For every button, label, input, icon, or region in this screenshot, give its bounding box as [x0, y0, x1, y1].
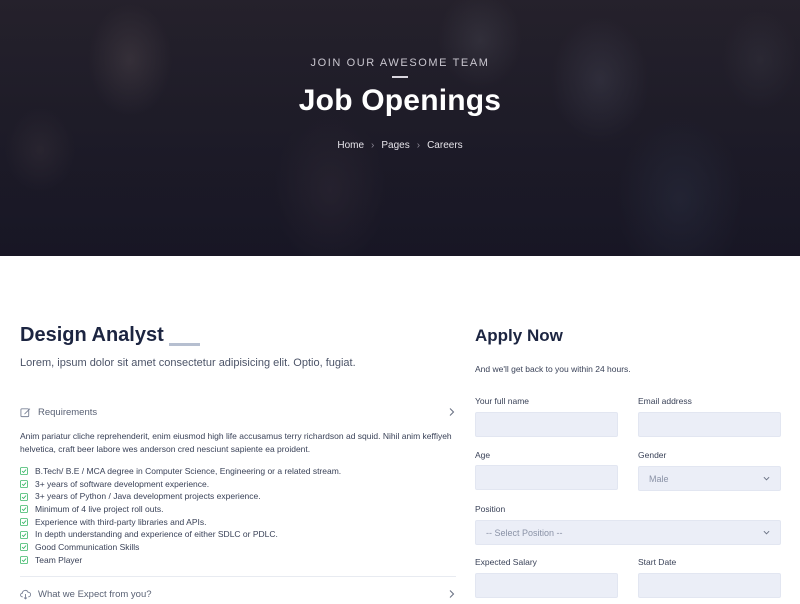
cloud-download-icon [20, 589, 31, 600]
check-square-icon [20, 492, 28, 501]
edit-icon [20, 407, 31, 417]
check-square-icon [20, 543, 28, 552]
accordion-expectations[interactable]: What we Expect from you? [20, 584, 456, 604]
accordion-requirements[interactable]: Requirements [20, 402, 456, 422]
gender-label: Gender [638, 450, 667, 460]
list-item: B.Tech/ B.E / MCA degree in Computer Sci… [20, 465, 456, 478]
page-title: Job Openings [298, 84, 502, 117]
check-square-icon [20, 480, 28, 488]
chevron-down-icon [763, 476, 770, 481]
check-square-icon [20, 518, 28, 527]
title-underline [169, 343, 200, 346]
apply-title: Apply Now [475, 326, 563, 345]
accordion-divider [20, 576, 456, 577]
requirements-list: B.Tech/ B.E / MCA degree in Computer Sci… [20, 465, 456, 567]
apply-subtitle: And we'll get back to you within 24 hour… [475, 364, 631, 374]
check-square-icon [20, 505, 28, 514]
chevron-down-icon [763, 530, 770, 535]
check-square-icon [20, 530, 28, 539]
hero-kicker: JOIN OUR AWESOME TEAM [310, 57, 490, 69]
list-item: In depth understanding and experience of… [20, 528, 456, 541]
job-title: Design Analyst [20, 324, 164, 346]
list-item: 3+ years of Python / Java development pr… [20, 490, 456, 503]
hero-divider [392, 76, 408, 78]
list-item: Minimum of 4 live project roll outs. [20, 503, 456, 516]
full-name-input[interactable] [475, 412, 618, 437]
start-date-input[interactable] [638, 573, 781, 598]
chevron-right-icon [449, 408, 455, 416]
job-subtitle: Lorem, ipsum dolor sit amet consectetur … [20, 357, 356, 369]
requirements-description: Anim pariatur cliche reprehenderit, enim… [20, 431, 452, 454]
accordion-label: Requirements [38, 406, 98, 418]
position-select[interactable]: -- Select Position -- [475, 520, 781, 545]
check-square-icon [20, 556, 28, 565]
age-label: Age [475, 450, 491, 460]
breadcrumb-home[interactable]: Home [337, 140, 364, 151]
list-item: Good Communication Skills [20, 541, 456, 554]
email-label: Email address [638, 396, 692, 406]
gender-selected-value: Male [649, 473, 669, 484]
check-square-icon [20, 467, 28, 476]
gender-select[interactable]: Male [638, 466, 781, 491]
email-input[interactable] [638, 412, 781, 437]
age-input[interactable] [475, 465, 618, 490]
chevron-right-icon: › [371, 140, 375, 151]
position-selected-value: -- Select Position -- [486, 527, 563, 538]
accordion-label: What we Expect from you? [38, 588, 152, 600]
chevron-right-icon: › [416, 140, 421, 151]
salary-label: Expected Salary [475, 557, 537, 567]
breadcrumb: Home › Pages › Careers [0, 140, 800, 151]
breadcrumb-pages[interactable]: Pages [381, 140, 409, 151]
list-item: Team Player [20, 554, 456, 567]
position-label: Position [475, 504, 506, 514]
full-name-label: Your full name [475, 396, 530, 406]
page-hero: JOIN OUR AWESOME TEAM Job Openings Home … [0, 0, 800, 256]
chevron-right-icon [449, 590, 455, 598]
start-date-label: Start Date [638, 557, 677, 567]
list-item: 3+ years of software development experie… [20, 478, 456, 491]
breadcrumb-current: Careers [427, 140, 463, 151]
salary-input[interactable] [475, 573, 618, 598]
list-item: Experience with third-party libraries an… [20, 516, 456, 529]
